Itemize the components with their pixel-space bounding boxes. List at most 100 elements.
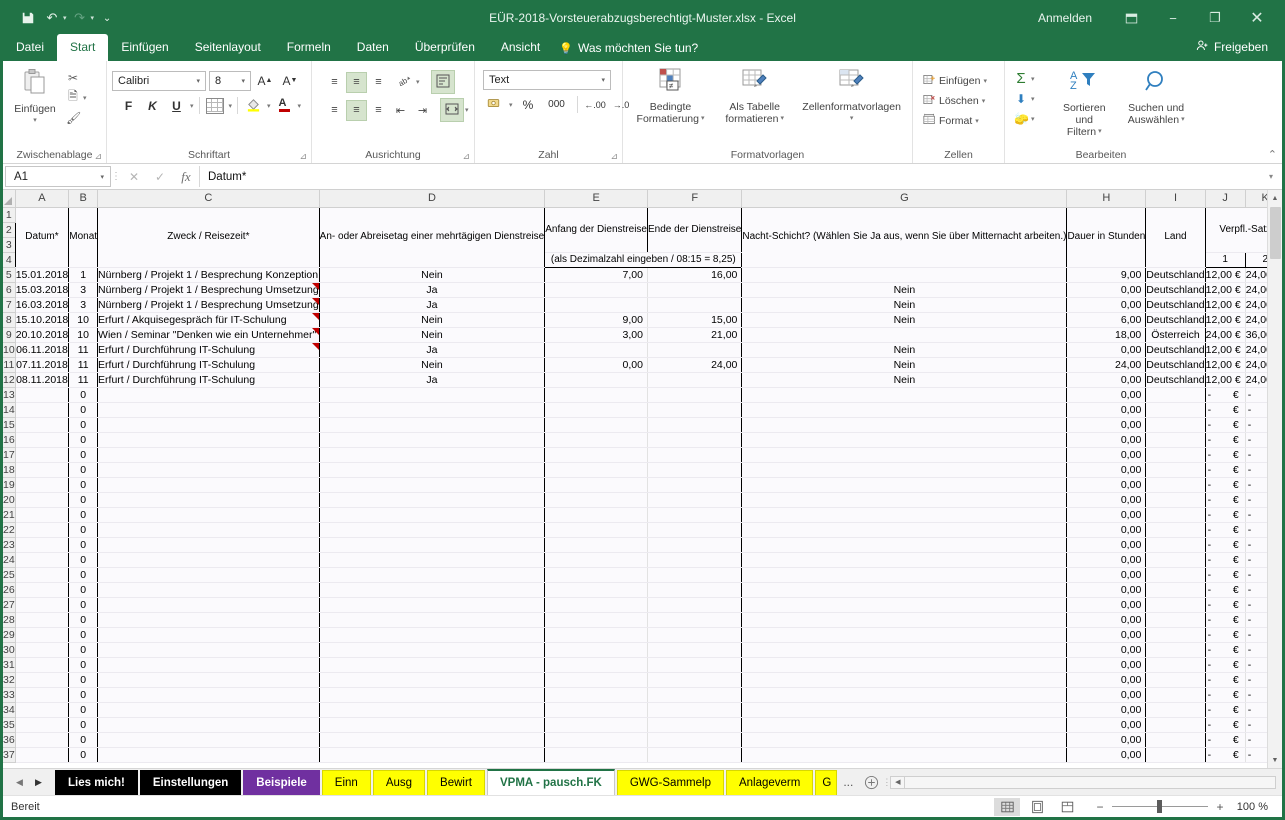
zoom-slider-thumb[interactable] [1157,800,1162,813]
cell-J13[interactable]: - € [1205,387,1246,403]
cell-H7[interactable]: 0,00 [1066,297,1147,313]
cell-G25[interactable] [741,567,1068,583]
cell-C37[interactable] [97,747,320,763]
wrap-text-button[interactable] [430,70,455,94]
restore-button[interactable]: ❐ [1194,3,1236,33]
cell-J17[interactable]: - € [1205,447,1246,463]
row-header-1[interactable]: 1 [3,207,16,223]
cell-C36[interactable] [97,732,320,748]
cell-B6[interactable]: 3 [68,282,99,298]
format-cells-button[interactable]: Format ▾ [918,111,991,130]
cell-I29[interactable] [1145,627,1206,643]
cell-E11[interactable]: 0,00 [544,357,648,373]
cell-C26[interactable] [97,582,320,598]
nav-next-sheet-button[interactable]: ▶ [30,772,47,792]
cell-B11[interactable]: 11 [68,357,99,373]
column-header-k[interactable]: K [1245,190,1267,208]
cell-E26[interactable] [544,582,648,598]
cell-I19[interactable] [1145,477,1206,493]
increase-font-size-button[interactable]: A ▲ [254,70,276,91]
cell-H5[interactable]: 9,00 [1066,267,1147,283]
vertical-scrollbar[interactable]: ▲ ▼ [1267,190,1282,768]
cell-E22[interactable] [544,522,648,538]
cell-C35[interactable] [97,717,320,733]
cell-I11[interactable]: Deutschland [1145,357,1206,373]
cell-K15[interactable]: -€ [1245,417,1267,433]
header-cell-verpfl-satz-1[interactable]: 1 [1205,252,1246,268]
cell-G19[interactable] [741,477,1068,493]
cell-G29[interactable] [741,627,1068,643]
cell-B10[interactable]: 11 [68,342,99,358]
tell-me-box[interactable]: 💡 Was möchten Sie tun? [553,36,708,61]
cell-I24[interactable] [1145,552,1206,568]
cell-A28[interactable] [14,612,70,628]
cell-G22[interactable] [741,522,1068,538]
cell-E7[interactable] [544,297,648,313]
name-box[interactable]: A1 ▾ [5,166,111,187]
cell-I8[interactable]: Deutschland [1145,312,1206,328]
cell-K10[interactable]: 24,00 € [1245,342,1267,358]
cell-A10[interactable]: 06.11.2018 [14,342,70,358]
cell-I25[interactable] [1145,567,1206,583]
cell-A8[interactable]: 15.10.2018 [14,312,70,328]
cell-G35[interactable] [741,717,1068,733]
cell-H17[interactable]: 0,00 [1066,447,1147,463]
select-all-corner[interactable] [3,190,16,208]
cell-J15[interactable]: - € [1205,417,1246,433]
scroll-up-button[interactable]: ▲ [1267,190,1282,206]
cell-C7[interactable]: Nürnberg / Projekt 1 / Besprechung Umset… [97,297,320,313]
row-header-35[interactable]: 35 [3,717,16,733]
cell-F22[interactable] [647,522,743,538]
comment-indicator-icon[interactable] [311,282,319,290]
undo-dropdown-icon[interactable]: ▾ [63,14,67,22]
row-header-8[interactable]: 8 [3,312,16,328]
cell-J5[interactable]: 12,00 € [1205,267,1246,283]
cell-F21[interactable] [647,507,743,523]
cell-I34[interactable] [1145,702,1206,718]
chevron-down-icon[interactable]: ▾ [238,77,248,85]
cancel-entry-button[interactable]: ✕ [121,166,147,187]
cell-J8[interactable]: 12,00 € [1205,312,1246,328]
header-cell-verpfl-satz-2[interactable]: 2 [1245,252,1267,268]
cell-I23[interactable] [1145,537,1206,553]
column-header-h[interactable]: H [1066,190,1147,208]
cell-G7[interactable]: Nein [741,297,1068,313]
sheet-tab-einstellungen[interactable]: Einstellungen [139,770,242,796]
cell-F14[interactable] [647,402,743,418]
cell-J37[interactable]: - € [1205,747,1246,763]
cell-C30[interactable] [97,642,320,658]
cell-E17[interactable] [544,447,648,463]
cell-I28[interactable] [1145,612,1206,628]
cell-G31[interactable] [741,657,1068,673]
row-header-31[interactable]: 31 [3,657,16,673]
cell-A5[interactable]: 15.01.2018 [14,267,70,283]
cell-H24[interactable]: 0,00 [1066,552,1147,568]
cell-I30[interactable] [1145,642,1206,658]
cell-J22[interactable]: - € [1205,522,1246,538]
cell-D15[interactable] [319,417,546,433]
cell-E34[interactable] [544,702,648,718]
cell-I33[interactable] [1145,687,1206,703]
cell-A35[interactable] [14,717,70,733]
cell-D23[interactable] [319,537,546,553]
cell-D14[interactable] [319,402,546,418]
cell-C8[interactable]: Erfurt / Akquisegespräch für IT-Schulung [97,312,320,328]
row-header-13[interactable]: 13 [3,387,16,403]
cell-J12[interactable]: 12,00 € [1205,372,1246,388]
header-cell-verpfl-satz[interactable]: Verpfl.-Satz [1205,206,1267,253]
cell-G24[interactable] [741,552,1068,568]
cell-G14[interactable] [741,402,1068,418]
cell-K26[interactable]: -€ [1245,582,1267,598]
cell-H33[interactable]: 0,00 [1066,687,1147,703]
font-dialog-launcher-icon[interactable]: ⊿ [299,151,307,162]
cell-I22[interactable] [1145,522,1206,538]
redo-dropdown-icon[interactable]: ▾ [91,14,95,22]
cell-C24[interactable] [97,552,320,568]
align-bottom-button[interactable]: ≡ [368,72,389,93]
cell-B37[interactable]: 0 [68,747,99,763]
cell-E10[interactable] [544,342,648,358]
cell-K25[interactable]: -€ [1245,567,1267,583]
clear-dropdown-icon[interactable]: ▾ [1031,115,1035,123]
sheet-tab-ausg[interactable]: Ausg [372,770,426,796]
cell-I10[interactable]: Deutschland [1145,342,1206,358]
